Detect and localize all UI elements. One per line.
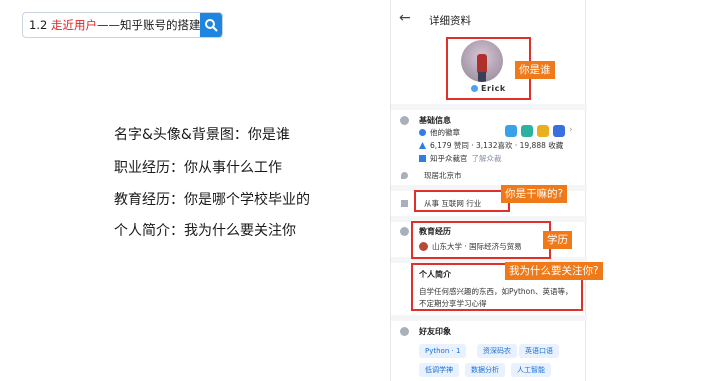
divider <box>391 104 587 110</box>
friend-tag[interactable]: 资深码农 <box>477 344 517 358</box>
friend-tag[interactable]: 低调学神 <box>419 363 459 377</box>
friend-tag[interactable]: 英语口语 <box>519 344 559 358</box>
briefcase-icon <box>401 200 408 207</box>
badge-icon <box>505 125 517 137</box>
profile-header: ← 详细资料 <box>391 8 587 34</box>
page-title: 详细资料 <box>429 15 471 27</box>
annotation-box-edu <box>411 221 551 259</box>
badge-icon <box>537 125 549 137</box>
location-text: 现居北京市 <box>424 171 462 180</box>
annotation-job: 你是干嘛的? <box>501 185 568 203</box>
stats-text: 6,179 赞同 · 3,132喜欢 · 19,888 收藏 <box>430 141 564 150</box>
zhihu-edu-link[interactable]: 了解众裁 <box>472 153 502 164</box>
badge-icon <box>521 125 533 137</box>
chevron-right-icon[interactable]: › <box>569 125 573 137</box>
friend-tag[interactable]: Python · 1 <box>419 344 467 358</box>
basic-info-title: 基础信息 <box>419 116 451 125</box>
title-search-bar[interactable]: 1.2 走近用户——知乎账号的搭建 <box>22 12 223 38</box>
medals-row[interactable]: 他的徽章 <box>419 127 460 138</box>
badge-list[interactable]: › <box>505 125 573 137</box>
annotation-who: 你是谁 <box>515 61 555 79</box>
left-item-job: 职业经历：你从事什么工作 <box>114 160 282 176</box>
divider <box>391 315 587 321</box>
upvote-icon <box>419 142 426 149</box>
zhihu-edu-label: 知乎众裁官 <box>430 154 468 163</box>
left-item-edu: 教育经历：你是哪个学校毕业的 <box>114 192 310 208</box>
search-title-text: 1.2 走近用户——知乎账号的搭建 <box>23 17 200 33</box>
friend-tag[interactable]: 数据分析 <box>465 363 505 377</box>
search-suffix: ——知乎账号的搭建 <box>96 18 201 32</box>
medals-label: 他的徽章 <box>430 128 460 137</box>
info-icon <box>400 116 409 125</box>
location-icon <box>401 172 408 179</box>
location-row: 现居北京市 <box>401 170 462 181</box>
friends-title: 好友印象 <box>419 327 451 336</box>
annotation-why: 我为什么要关注你? <box>505 262 603 280</box>
friends-icon <box>400 327 409 336</box>
search-button[interactable] <box>200 13 222 37</box>
left-item-name: 名字&头像&背景图：你是谁 <box>114 127 290 143</box>
back-arrow-icon[interactable]: ← <box>399 10 411 26</box>
annotation-edu: 学历 <box>543 231 572 249</box>
medal-icon <box>419 129 426 136</box>
friend-tag[interactable]: 人工智能 <box>511 363 551 377</box>
search-highlight: 走近用户 <box>50 18 97 32</box>
left-item-intro: 个人简介：我为什么要关注你 <box>114 223 296 239</box>
stats-row: 6,179 赞同 · 3,132喜欢 · 19,888 收藏 <box>419 140 563 151</box>
gavel-icon <box>419 155 426 162</box>
search-icon <box>205 19 218 32</box>
badge-icon <box>553 125 565 137</box>
annotation-box-industry <box>414 190 510 212</box>
search-prefix: 1.2 <box>29 18 51 32</box>
zhihu-edu-row: 知乎众裁官 了解众裁 <box>419 153 502 164</box>
graduation-cap-icon <box>400 227 409 236</box>
